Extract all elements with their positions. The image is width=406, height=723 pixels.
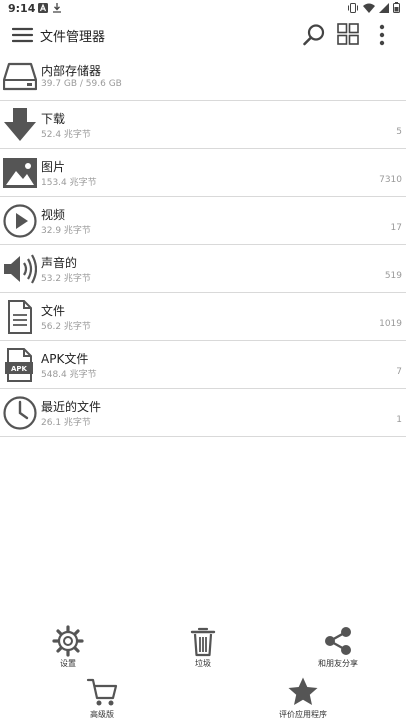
wifi-icon: [363, 3, 375, 13]
category-title: 图片: [41, 160, 66, 174]
category-title: 声音的: [41, 256, 78, 270]
rate-app-button[interactable]: 评价应用程序: [258, 676, 348, 720]
category-title: 文件: [41, 304, 66, 318]
category-row-recent[interactable]: 最近的文件 26.1 兆字节 1: [0, 389, 406, 437]
category-row-videos[interactable]: 视频 32.9 兆字节 17: [0, 197, 406, 245]
gear-icon: [52, 625, 84, 657]
category-size: 26.1 兆字节: [41, 418, 91, 428]
category-row-downloads[interactable]: 下载 52.4 兆字节 5: [0, 101, 406, 149]
storage-title: 内部存储器: [41, 64, 102, 78]
internal-storage-row[interactable]: 内部存储器 39.7 GB / 59.6 GB: [0, 53, 406, 101]
category-count: 5: [396, 127, 402, 137]
shopping-cart-icon: [86, 678, 118, 706]
search-button[interactable]: [302, 23, 326, 47]
battery-icon: [393, 2, 400, 13]
vibrate-icon: [348, 2, 358, 13]
download-icon: [4, 108, 36, 141]
category-title: 下载: [41, 112, 66, 126]
category-row-audio[interactable]: 声音的 53.2 兆字节 519: [0, 245, 406, 293]
category-row-apk[interactable]: APK APK文件 548.4 兆字节 7: [0, 341, 406, 389]
storage-usage: 39.7 GB / 59.6 GB: [41, 79, 122, 89]
category-title: APK文件: [41, 352, 89, 366]
download-notification-icon: [53, 3, 61, 13]
category-size: 548.4 兆字节: [41, 370, 97, 380]
more-options-button[interactable]: [375, 23, 389, 47]
category-count: 1019: [379, 319, 402, 329]
status-time: 9:14: [8, 2, 36, 15]
share-button[interactable]: 和朋友分享: [293, 625, 383, 669]
category-count: 519: [384, 271, 402, 281]
settings-button[interactable]: 设置: [23, 625, 113, 669]
premium-label: 高级版: [90, 710, 114, 719]
premium-button[interactable]: 高级版: [57, 676, 147, 720]
category-count: 17: [390, 223, 402, 233]
rate-app-label: 评价应用程序: [279, 710, 327, 719]
apk-icon: APK: [5, 348, 33, 382]
category-size: 153.4 兆字节: [41, 178, 97, 188]
category-count: 7: [396, 367, 402, 377]
menu-button[interactable]: [11, 24, 34, 46]
play-icon: [3, 204, 37, 238]
category-title: 最近的文件: [41, 400, 102, 414]
status-system-icons: [347, 2, 400, 13]
clock-icon: [3, 396, 37, 430]
status-bar: 9:14: [0, 0, 406, 18]
speaker-icon: [4, 254, 37, 284]
app-title: 文件管理器: [40, 30, 106, 45]
search-icon: [303, 24, 325, 46]
storage-drive-icon: [3, 62, 37, 91]
grid-view-icon: [337, 23, 359, 45]
image-icon: [3, 158, 37, 188]
notification-a-icon: [38, 3, 48, 13]
category-size: 53.2 兆字节: [41, 274, 91, 284]
category-count: 1: [396, 415, 402, 425]
trash-icon: [190, 627, 216, 657]
category-size: 56.2 兆字节: [41, 322, 91, 332]
star-icon: [288, 677, 318, 705]
grid-view-button[interactable]: [337, 23, 359, 45]
signal-icon: [379, 2, 389, 13]
file-category-list: 内部存储器 39.7 GB / 59.6 GB 下载 52.4 兆字节 5 图片…: [0, 53, 406, 437]
category-row-images[interactable]: 图片 153.4 兆字节 7310: [0, 149, 406, 197]
category-size: 52.4 兆字节: [41, 130, 91, 140]
settings-label: 设置: [60, 659, 76, 668]
menu-icon: [11, 27, 34, 43]
category-row-documents[interactable]: 文件 56.2 兆字节 1019: [0, 293, 406, 341]
category-size: 32.9 兆字节: [41, 226, 91, 236]
document-icon: [8, 300, 32, 334]
share-icon: [325, 627, 351, 655]
more-vert-icon: [379, 24, 385, 46]
category-title: 视频: [41, 208, 66, 222]
trash-button[interactable]: 垃圾: [158, 625, 248, 669]
category-count: 7310: [379, 175, 402, 185]
apk-badge-text: APK: [11, 365, 28, 373]
share-label: 和朋友分享: [318, 659, 358, 668]
trash-label: 垃圾: [195, 659, 211, 668]
app-bar: 文件管理器: [0, 18, 406, 52]
status-notification-icons: [38, 3, 62, 13]
